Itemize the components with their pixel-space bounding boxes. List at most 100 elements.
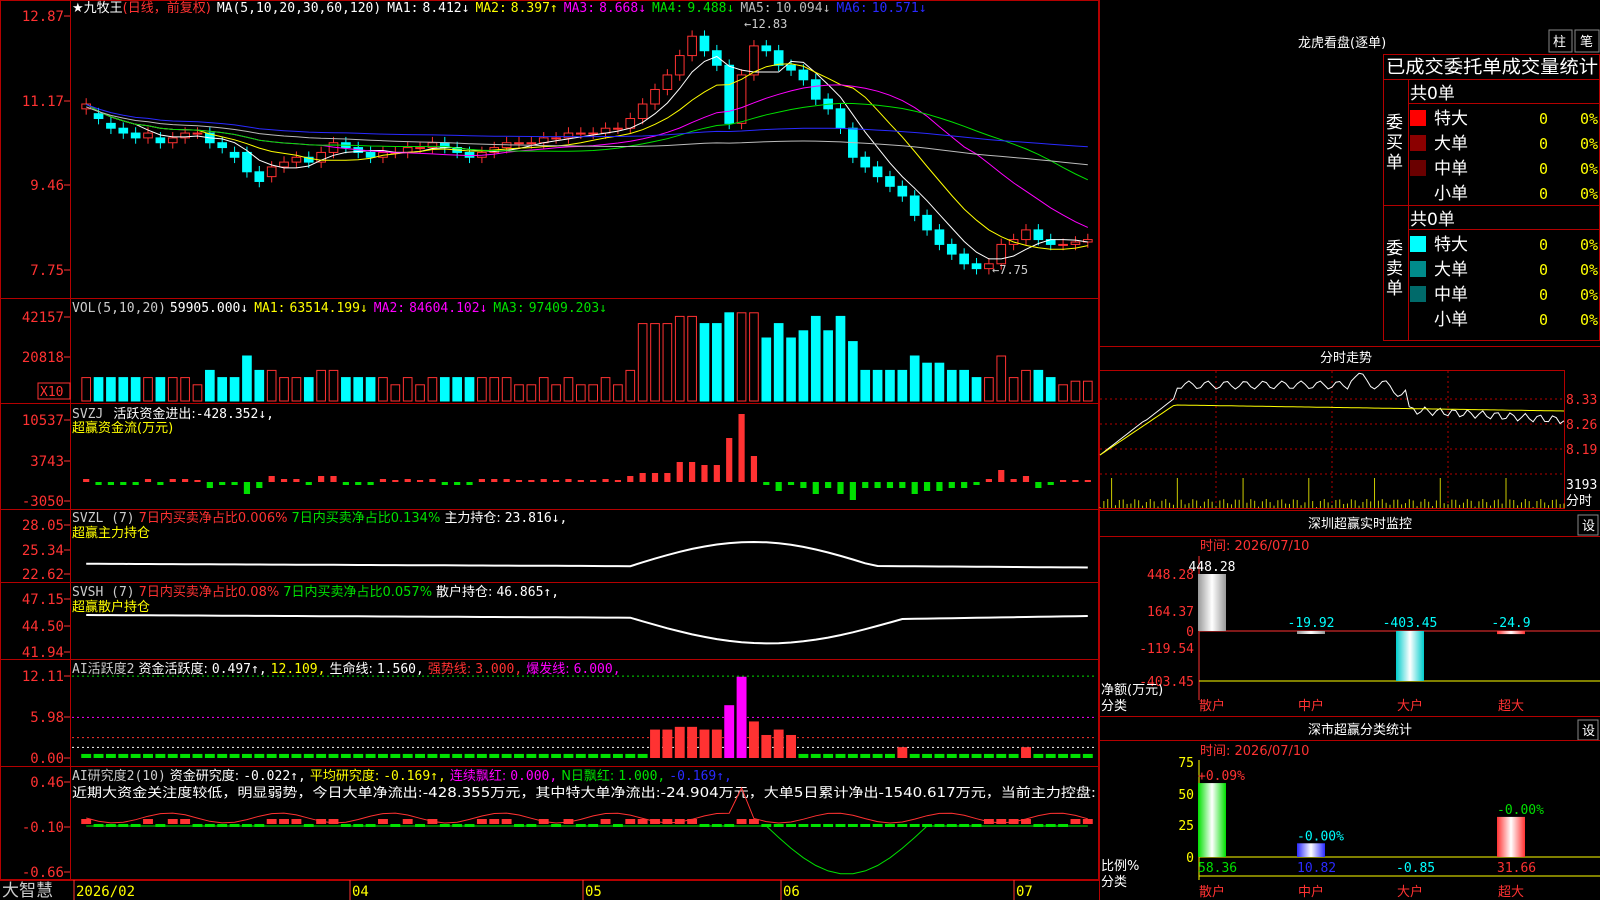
- sell-row-name: 特大: [1434, 235, 1468, 255]
- buy-swatch: [1410, 135, 1426, 151]
- research-bar: [810, 824, 821, 827]
- ma-value-3: 8.668↓: [599, 1, 646, 16]
- activity-bar: [291, 753, 302, 758]
- fund-flow-bar: [948, 482, 955, 488]
- fund-flow-bar: [651, 473, 659, 482]
- activity-bar: [1033, 753, 1044, 758]
- vol-ma-value-2: 84604.102↓: [409, 301, 487, 316]
- ma-value-1: 8.412↓: [423, 1, 470, 16]
- volume-bar: [155, 377, 166, 402]
- ma-prefix: MA(5,10,20,30,60,120): [217, 1, 381, 16]
- candlestick-chart: [81, 30, 1093, 275]
- fund-flow-bar: [219, 482, 226, 485]
- ma-label-5: MA5:: [740, 1, 771, 16]
- sz-class-value: 10.82: [1297, 861, 1336, 876]
- research-bar: [1070, 819, 1081, 824]
- sz-class-value: 31.66: [1497, 861, 1536, 876]
- buy-side-label: 单: [1386, 153, 1403, 173]
- volume-bar: [477, 377, 487, 402]
- sz-class-tick: 50: [1178, 788, 1194, 803]
- buy-row-name: 大单: [1434, 134, 1468, 154]
- fund-flow-bar: [862, 482, 869, 488]
- volume-bar: [93, 377, 104, 402]
- volume-bar: [761, 337, 772, 402]
- volume-bar: [575, 384, 586, 402]
- fund-flow-bar: [627, 476, 634, 482]
- fund-flow-bar: [416, 480, 424, 482]
- volume-bar: [1058, 384, 1068, 402]
- volume-bar: [464, 377, 475, 402]
- volume-bar: [749, 312, 759, 402]
- main-holding-line: [86, 540, 1088, 569]
- date-tick: 06: [783, 884, 800, 900]
- ma-value-2: 8.397↑: [511, 1, 558, 16]
- activity-bar: [563, 753, 574, 758]
- activity-bar: [328, 753, 339, 758]
- candle-body: [118, 127, 129, 134]
- svzj-header: SVZJ 活跃资金进出:-428.352↓,: [72, 406, 274, 422]
- sell-swatch: [1410, 236, 1426, 252]
- fund-flow-bar: [886, 482, 894, 488]
- activity-bar: [476, 753, 487, 758]
- volume-bar: [192, 384, 203, 402]
- sell-row-pct: 0%: [1580, 286, 1598, 304]
- order-stats-tabs[interactable]: 已成交委托单成交量统计: [1386, 57, 1598, 78]
- buy-orders: 委买单 共0单特大 0 0% 大单 0 0% 中单 0 0% 小单 0 0%: [1386, 84, 1598, 204]
- sz-class-top-label: -0.00%: [1497, 803, 1544, 818]
- vol-yticks-tick: 20818: [22, 350, 64, 366]
- fund-flow-bar: [701, 465, 708, 482]
- ai1-yticks-tick: 12.11: [22, 669, 64, 685]
- research-bar: [402, 819, 413, 824]
- sz-class-tick: 75: [1178, 756, 1194, 771]
- sell-side-label: 单: [1386, 279, 1403, 299]
- volume-bar: [946, 369, 957, 402]
- sz-class-xlabel: 分类: [1101, 875, 1127, 890]
- fund-flow-bar: [639, 473, 646, 482]
- fund-flow-bar: [911, 482, 918, 494]
- activity-bar: [118, 753, 129, 758]
- sz-monitor-value: -19.92: [1288, 616, 1335, 631]
- unit-box-label: X10: [40, 385, 63, 400]
- buy-row-name: 中单: [1434, 159, 1468, 179]
- volume-bar: [526, 384, 537, 402]
- volume-bar: [563, 377, 574, 402]
- research-bar: [860, 824, 871, 827]
- date-tick: 2026/02: [76, 884, 135, 900]
- volume-bar: [291, 377, 302, 402]
- vol-y-axis: 42157 20818: [22, 310, 70, 366]
- activity-bar: [996, 753, 1007, 758]
- ma-label-4: MA4:: [652, 1, 683, 16]
- sz-monitor-bar: [1497, 631, 1525, 635]
- sell-row-pct: 0%: [1580, 261, 1598, 279]
- right-panel: 龙虎看盘(逐单) 柱 笔 已成交委托单成交量统计 委买单共0单特大 0 0%大单 0 0…: [1099, 0, 1600, 900]
- volume-bar: [922, 362, 932, 402]
- sell-row-count: 0: [1539, 311, 1548, 329]
- sell-row-count: 0: [1539, 261, 1548, 279]
- sell-row-pct: 0%: [1580, 236, 1598, 254]
- fund-flow-bar: [330, 476, 337, 482]
- vol-ma-label-3: MA3:: [493, 301, 524, 316]
- sz-monitor-time: 时间: 2026/07/10: [1200, 539, 1309, 554]
- activity-bar: [637, 753, 648, 758]
- stock-terminal: ★九牧王(日线，前复权) MA(5,10,20,30,60,120) MA1: 8.4…: [0, 0, 1600, 900]
- fund-flow-bar: [243, 482, 251, 494]
- volume-bar: [279, 377, 289, 402]
- activity-bar: [946, 753, 957, 758]
- svzl-subtitle: 超赢主力持仓: [72, 525, 150, 541]
- intraday-tick: 8.26: [1566, 418, 1597, 433]
- activity-bar: [810, 753, 821, 758]
- candle-body: [761, 45, 772, 52]
- volume-bar: [205, 369, 215, 402]
- sz-class-bar: [1198, 783, 1226, 857]
- activity-bar: [390, 753, 401, 758]
- activity-bar: [192, 753, 203, 758]
- sz-monitor-title: 深圳超赢实时监控: [1308, 516, 1412, 532]
- buy-row-name: 特大: [1434, 109, 1468, 129]
- sz-class-value: -0.85: [1396, 861, 1435, 876]
- activity-bar: [588, 753, 599, 758]
- candle-body: [526, 142, 537, 145]
- research-bar: [736, 819, 747, 824]
- candle-body: [254, 171, 265, 182]
- sell-row-name: 中单: [1434, 285, 1468, 305]
- volume-bar: [328, 369, 339, 402]
